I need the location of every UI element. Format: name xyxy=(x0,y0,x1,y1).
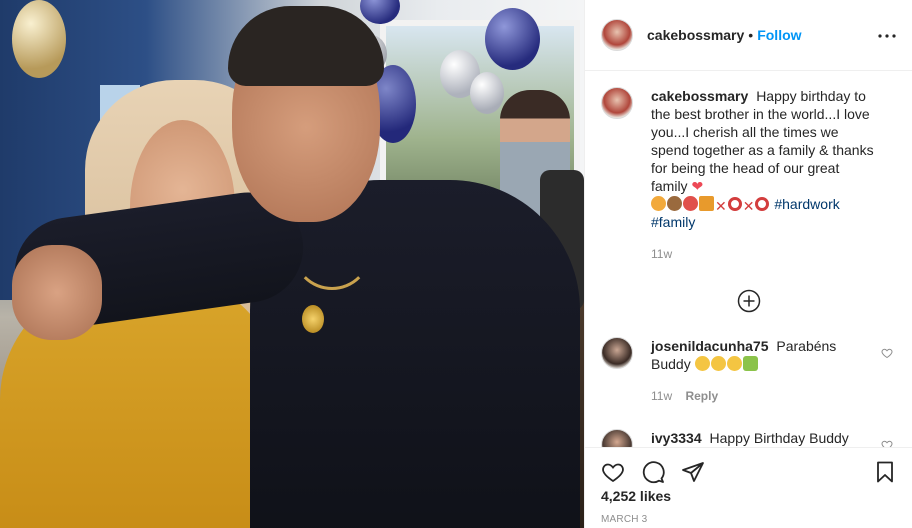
comments-section: cakebossmary Happy birthday to the best … xyxy=(585,71,912,447)
instagram-post: cakebossmary • Follow cakebossmary Happy… xyxy=(0,0,912,528)
emoji-cake-icon xyxy=(667,196,682,211)
photo-pendant xyxy=(302,305,324,333)
comment-avatar[interactable] xyxy=(601,429,633,447)
comment-meta: 11w Reply xyxy=(651,387,877,405)
post-photo[interactable] xyxy=(0,0,584,528)
comment-username[interactable]: ivy3334 xyxy=(651,430,702,446)
caption-username[interactable]: cakebossmary xyxy=(651,88,748,104)
load-more-comments xyxy=(601,289,897,313)
emoji-clap-icon xyxy=(694,356,710,371)
caption: cakebossmary Happy birthday to the best … xyxy=(601,87,897,263)
small-heart-icon[interactable] xyxy=(881,347,893,359)
comment-body: ivy3334 Happy Birthday Buddy May the Lor… xyxy=(651,429,897,447)
emoji-bouquet-icon xyxy=(742,356,758,371)
emoji-face-icon xyxy=(651,196,666,211)
likes-count[interactable]: 4,252 likes xyxy=(601,488,897,504)
post-side-panel: cakebossmary • Follow cakebossmary Happy… xyxy=(584,0,912,528)
follow-button[interactable]: Follow xyxy=(757,27,801,43)
caption-body: cakebossmary Happy birthday to the best … xyxy=(651,87,897,263)
header-username[interactable]: cakebossmary xyxy=(647,27,744,43)
hashtag-link[interactable]: #family xyxy=(651,214,695,230)
hashtag-link[interactable]: #hardwork xyxy=(774,196,839,212)
emoji-clap-icon xyxy=(710,356,726,371)
comment-avatar[interactable] xyxy=(601,337,633,369)
list-item: josenildacunha75 Parabéns Buddy 11w Repl… xyxy=(601,337,897,405)
emoji-face-icon xyxy=(726,356,742,371)
balloon-silver-3 xyxy=(470,72,504,114)
comment-icon[interactable] xyxy=(641,460,665,484)
balloon-gold xyxy=(12,0,66,78)
caption-meta: 11w xyxy=(651,245,877,263)
comment-body: josenildacunha75 Parabéns Buddy 11w Repl… xyxy=(651,337,897,405)
emoji-o-icon xyxy=(755,197,770,211)
list-item: ivy3334 Happy Birthday Buddy May the Lor… xyxy=(601,429,897,447)
comment-time[interactable]: 11w xyxy=(651,389,672,403)
emoji-balloon-icon xyxy=(683,196,698,211)
caption-time[interactable]: 11w xyxy=(651,247,672,261)
comment-username[interactable]: josenildacunha75 xyxy=(651,338,768,354)
heart-icon[interactable] xyxy=(601,460,625,484)
emoji-gift-icon xyxy=(699,196,714,211)
photo-necklace xyxy=(292,200,372,290)
red-heart-emoji: ❤ xyxy=(691,178,704,194)
paper-plane-icon[interactable] xyxy=(681,460,705,484)
post-date[interactable]: MARCH 3 xyxy=(601,514,897,525)
plus-circle-icon[interactable] xyxy=(737,289,761,313)
post-header: cakebossmary • Follow xyxy=(585,0,912,71)
avatar[interactable] xyxy=(601,19,633,51)
balloon-birthday xyxy=(485,8,540,70)
emoji-x-icon: ✕ xyxy=(715,198,727,214)
emoji-o-icon xyxy=(727,197,742,211)
bookmark-icon[interactable] xyxy=(873,460,897,484)
emoji-x-icon: ✕ xyxy=(742,198,755,214)
reply-button[interactable]: Reply xyxy=(685,389,718,403)
more-horizontal-icon[interactable] xyxy=(875,24,899,48)
small-heart-icon[interactable] xyxy=(881,439,893,447)
photo-man-hand xyxy=(12,245,102,340)
post-actions: 4,252 likes MARCH 3 xyxy=(585,447,912,528)
caption-avatar[interactable] xyxy=(601,87,633,119)
header-separator: • xyxy=(748,27,754,43)
